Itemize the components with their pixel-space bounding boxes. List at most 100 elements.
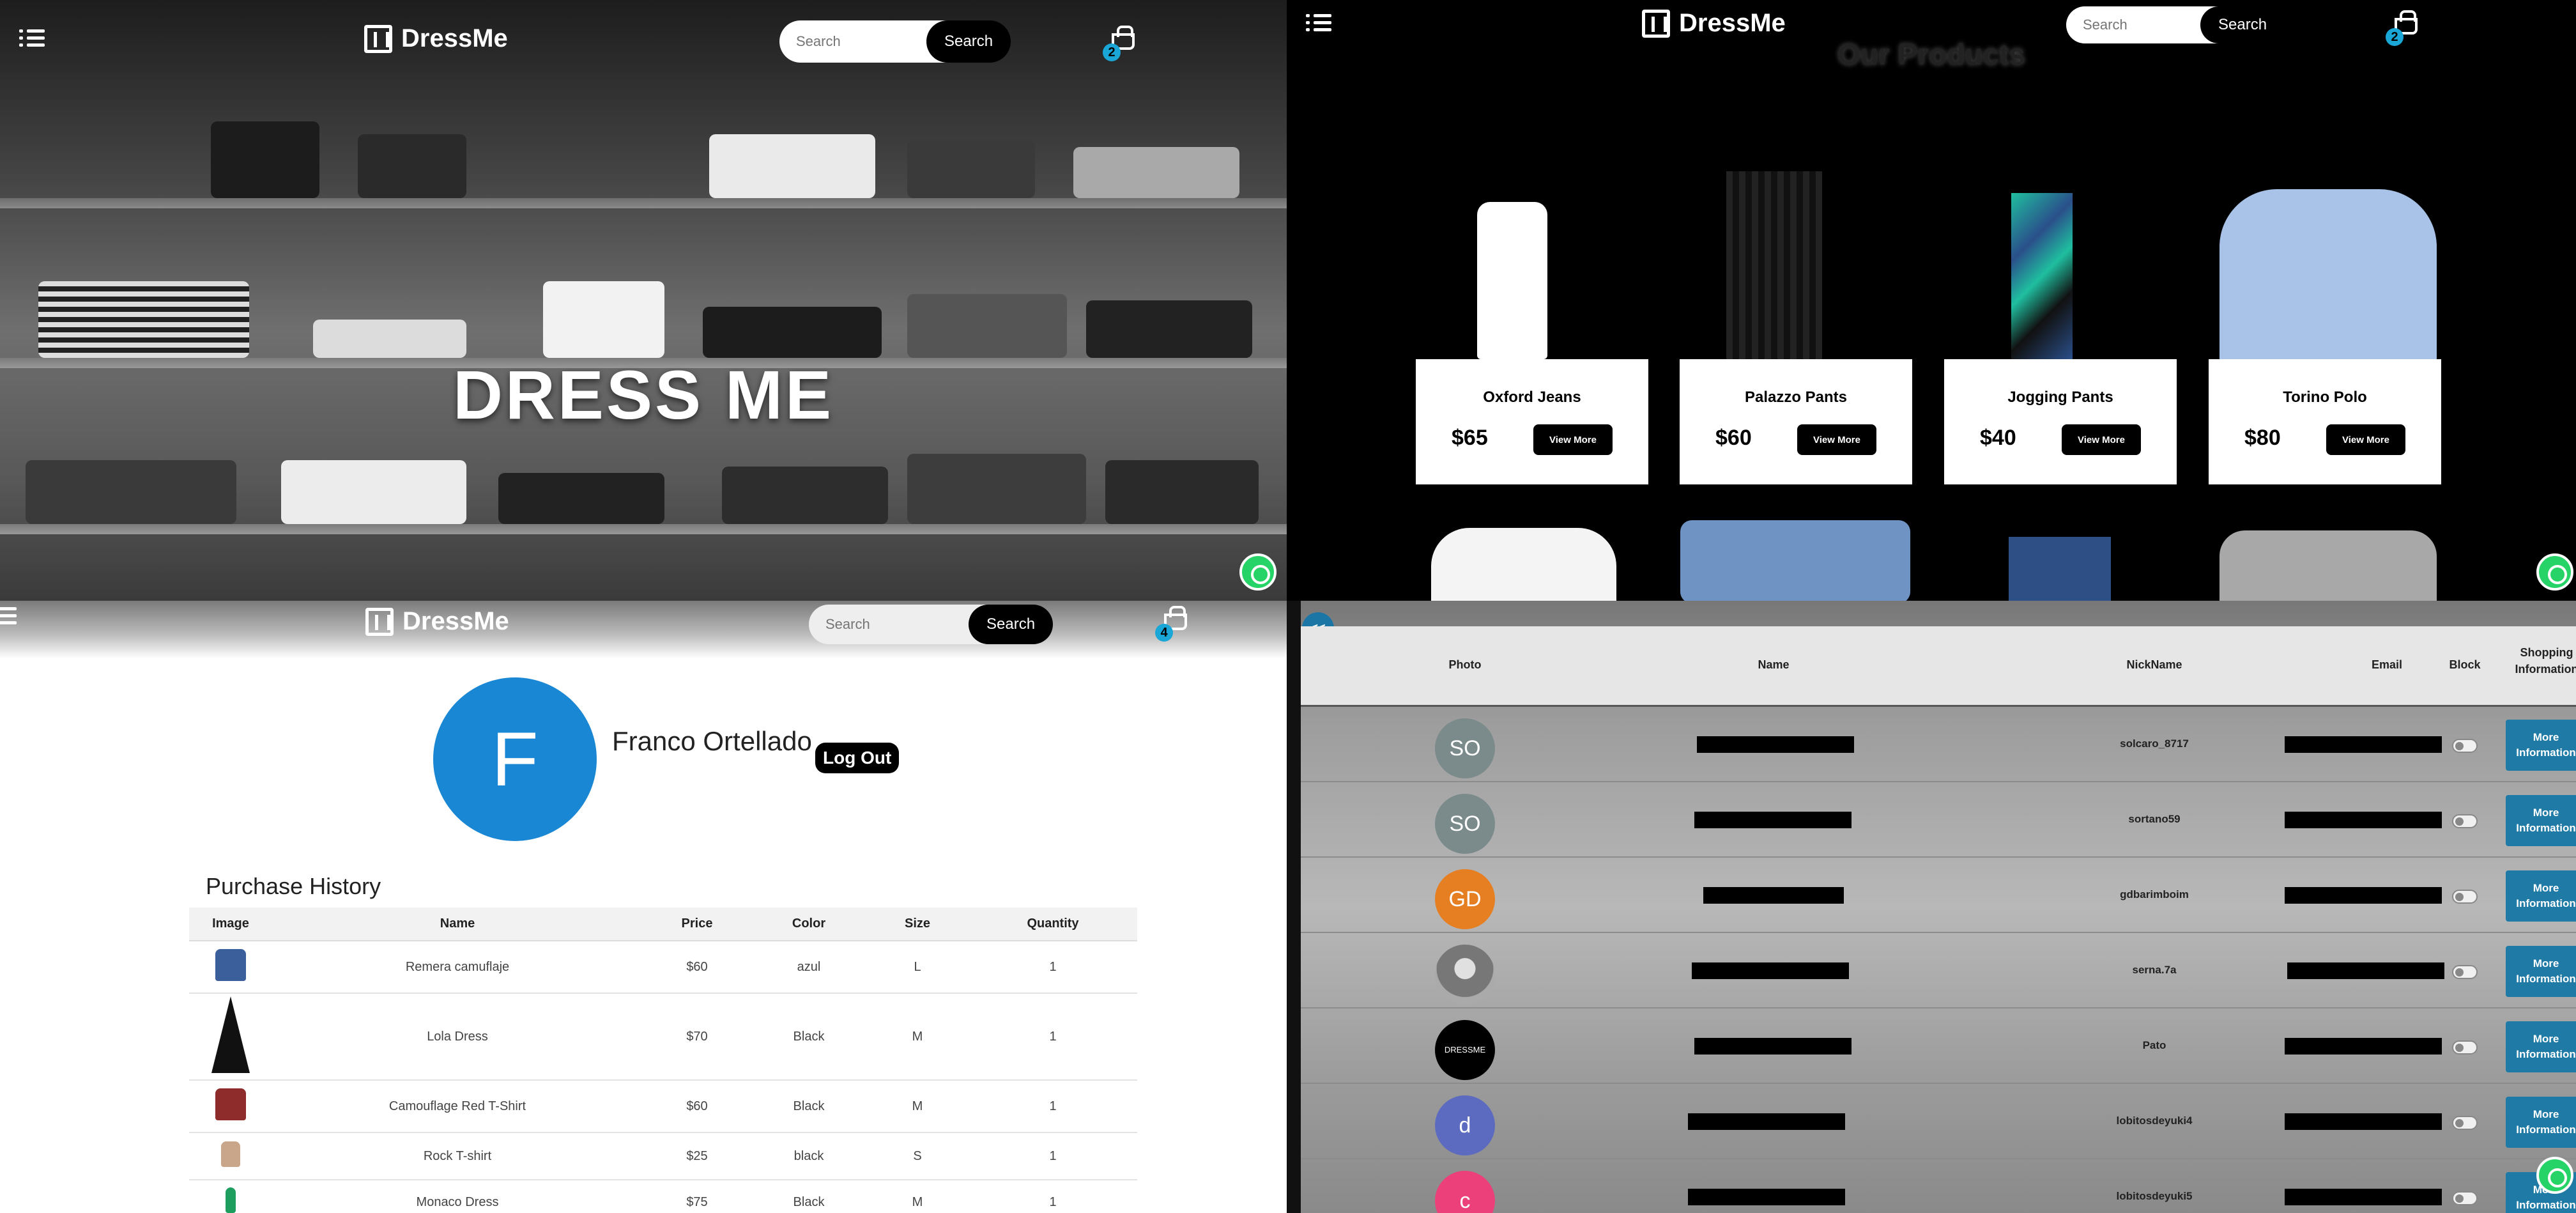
redacted-email bbox=[2285, 1113, 2442, 1130]
block-toggle[interactable] bbox=[2452, 1116, 2478, 1130]
brand-logo[interactable]: DressMe bbox=[1642, 9, 1786, 38]
table-row: Rock T-shirt $25 black S 1 bbox=[189, 1132, 1137, 1180]
column-header: Photo bbox=[1448, 658, 1482, 671]
search-input[interactable] bbox=[809, 616, 969, 633]
product-name: Torino Polo bbox=[2283, 389, 2367, 406]
folded-clothes bbox=[722, 467, 888, 524]
item-price: $60 bbox=[643, 1080, 751, 1133]
product-name: Oxford Jeans bbox=[1483, 389, 1581, 406]
search-input[interactable] bbox=[779, 33, 926, 50]
product-image-palazzo-pants[interactable] bbox=[1726, 171, 1822, 359]
product-thumbnail bbox=[215, 949, 246, 981]
more-information-button[interactable]: More Information bbox=[2506, 1097, 2576, 1148]
view-more-button[interactable]: View More bbox=[2062, 424, 2141, 455]
product-image-jeans[interactable] bbox=[2009, 537, 2111, 601]
block-toggle[interactable] bbox=[2452, 965, 2478, 979]
user-row: serna.7a More Information bbox=[1301, 933, 2576, 1008]
search-bar: Search bbox=[779, 20, 1011, 63]
cart-icon[interactable]: 2 bbox=[1103, 26, 1137, 61]
admin-sidebar bbox=[1287, 601, 1301, 1213]
logo-icon bbox=[364, 24, 392, 53]
search-input[interactable] bbox=[2066, 17, 2200, 33]
avatar: d bbox=[1435, 1095, 1495, 1155]
folded-clothes bbox=[907, 141, 1035, 198]
more-information-button[interactable]: More Information bbox=[2506, 720, 2576, 771]
product-thumbnail bbox=[221, 1141, 240, 1167]
column-header: Size bbox=[866, 908, 969, 941]
item-size: L bbox=[866, 941, 969, 994]
product-image-white-shirt[interactable] bbox=[1431, 528, 1616, 601]
striped-clothes bbox=[38, 281, 249, 358]
menu-icon[interactable] bbox=[1306, 12, 1331, 35]
product-image-oxford-jeans[interactable] bbox=[1477, 202, 1547, 359]
block-toggle[interactable] bbox=[2452, 739, 2478, 753]
item-price: $25 bbox=[643, 1132, 751, 1180]
menu-icon[interactable] bbox=[19, 27, 45, 50]
search-button[interactable]: Search bbox=[2200, 6, 2285, 43]
product-image-denim-shorts[interactable] bbox=[1680, 520, 1910, 601]
table-row: Lola Dress $70 Black M 1 bbox=[189, 993, 1137, 1081]
product-price: $80 bbox=[2244, 426, 2281, 450]
item-size: M bbox=[866, 1180, 969, 1213]
redacted-email bbox=[2285, 887, 2442, 904]
search-button[interactable]: Search bbox=[969, 605, 1054, 644]
brand-name: DressMe bbox=[1679, 9, 1786, 37]
whatsapp-icon[interactable] bbox=[2536, 1157, 2573, 1194]
table-row: Remera camuflaje $60 azul L 1 bbox=[189, 941, 1137, 994]
cart-icon[interactable]: 4 bbox=[1155, 606, 1190, 642]
more-information-button[interactable]: More Information bbox=[2506, 946, 2576, 997]
more-information-button[interactable]: More Information bbox=[2506, 795, 2576, 846]
product-image-torino-polo[interactable] bbox=[2220, 189, 2437, 359]
view-more-button[interactable]: View More bbox=[1797, 424, 1876, 455]
item-color: Black bbox=[751, 1080, 866, 1133]
product-image-jogging-pants[interactable] bbox=[2011, 193, 2073, 359]
avatar: c bbox=[1435, 1171, 1495, 1213]
item-price: $70 bbox=[643, 993, 751, 1081]
item-name: Camouflage Red T-Shirt bbox=[272, 1080, 643, 1133]
whatsapp-icon[interactable] bbox=[2536, 553, 2573, 591]
more-information-button[interactable]: More Information bbox=[2506, 1021, 2576, 1072]
search-bar: Search bbox=[809, 605, 1054, 644]
search-button[interactable]: Search bbox=[926, 20, 1011, 63]
menu-icon[interactable] bbox=[0, 605, 17, 628]
view-more-button[interactable]: View More bbox=[1533, 424, 1613, 455]
column-header: Name bbox=[272, 908, 643, 941]
avatar: DRESSME bbox=[1435, 1020, 1495, 1080]
block-toggle[interactable] bbox=[2452, 1191, 2478, 1205]
redacted-email bbox=[2285, 812, 2442, 828]
item-color: Black bbox=[751, 993, 866, 1081]
item-quantity: 1 bbox=[969, 1080, 1137, 1133]
column-header: Name bbox=[1758, 658, 1790, 671]
logout-button[interactable]: Log Out bbox=[815, 743, 900, 773]
product-price: $65 bbox=[1452, 426, 1488, 450]
brand-logo[interactable]: DressMe bbox=[364, 24, 508, 53]
folded-clothes bbox=[26, 460, 236, 524]
item-quantity: 1 bbox=[969, 1180, 1137, 1213]
block-toggle[interactable] bbox=[2452, 814, 2478, 828]
whatsapp-icon[interactable] bbox=[1239, 553, 1276, 591]
cart-icon[interactable]: 2 bbox=[2386, 10, 2420, 46]
more-information-button[interactable]: More Information bbox=[2506, 870, 2576, 922]
column-header: Quantity bbox=[969, 908, 1137, 941]
redacted-email bbox=[2287, 962, 2444, 979]
redacted-name bbox=[1688, 1113, 1845, 1130]
product-card: Jogging Pants $40 View More bbox=[1944, 359, 2177, 484]
product-thumbnail bbox=[211, 996, 250, 1073]
redacted-name bbox=[1692, 962, 1849, 979]
product-image-gray-tshirt[interactable] bbox=[2220, 530, 2437, 601]
redacted-name bbox=[1697, 736, 1854, 753]
block-toggle[interactable] bbox=[2452, 890, 2478, 904]
navbar: DressMe Search 4 bbox=[0, 601, 1287, 658]
item-name: Monaco Dress bbox=[272, 1180, 643, 1213]
brand-logo[interactable]: DressMe bbox=[365, 607, 509, 636]
block-toggle[interactable] bbox=[2452, 1040, 2478, 1055]
column-header: Image bbox=[189, 908, 272, 941]
products-page-panel: DressMe Search 2 Our Products Oxford Jea… bbox=[1287, 0, 2576, 601]
redacted-email bbox=[2285, 1189, 2442, 1205]
item-size: M bbox=[866, 993, 969, 1081]
item-quantity: 1 bbox=[969, 993, 1137, 1081]
product-thumbnail bbox=[215, 1088, 246, 1120]
view-more-button[interactable]: View More bbox=[2326, 424, 2405, 455]
folded-clothes bbox=[358, 134, 466, 198]
folded-clothes bbox=[211, 121, 319, 198]
